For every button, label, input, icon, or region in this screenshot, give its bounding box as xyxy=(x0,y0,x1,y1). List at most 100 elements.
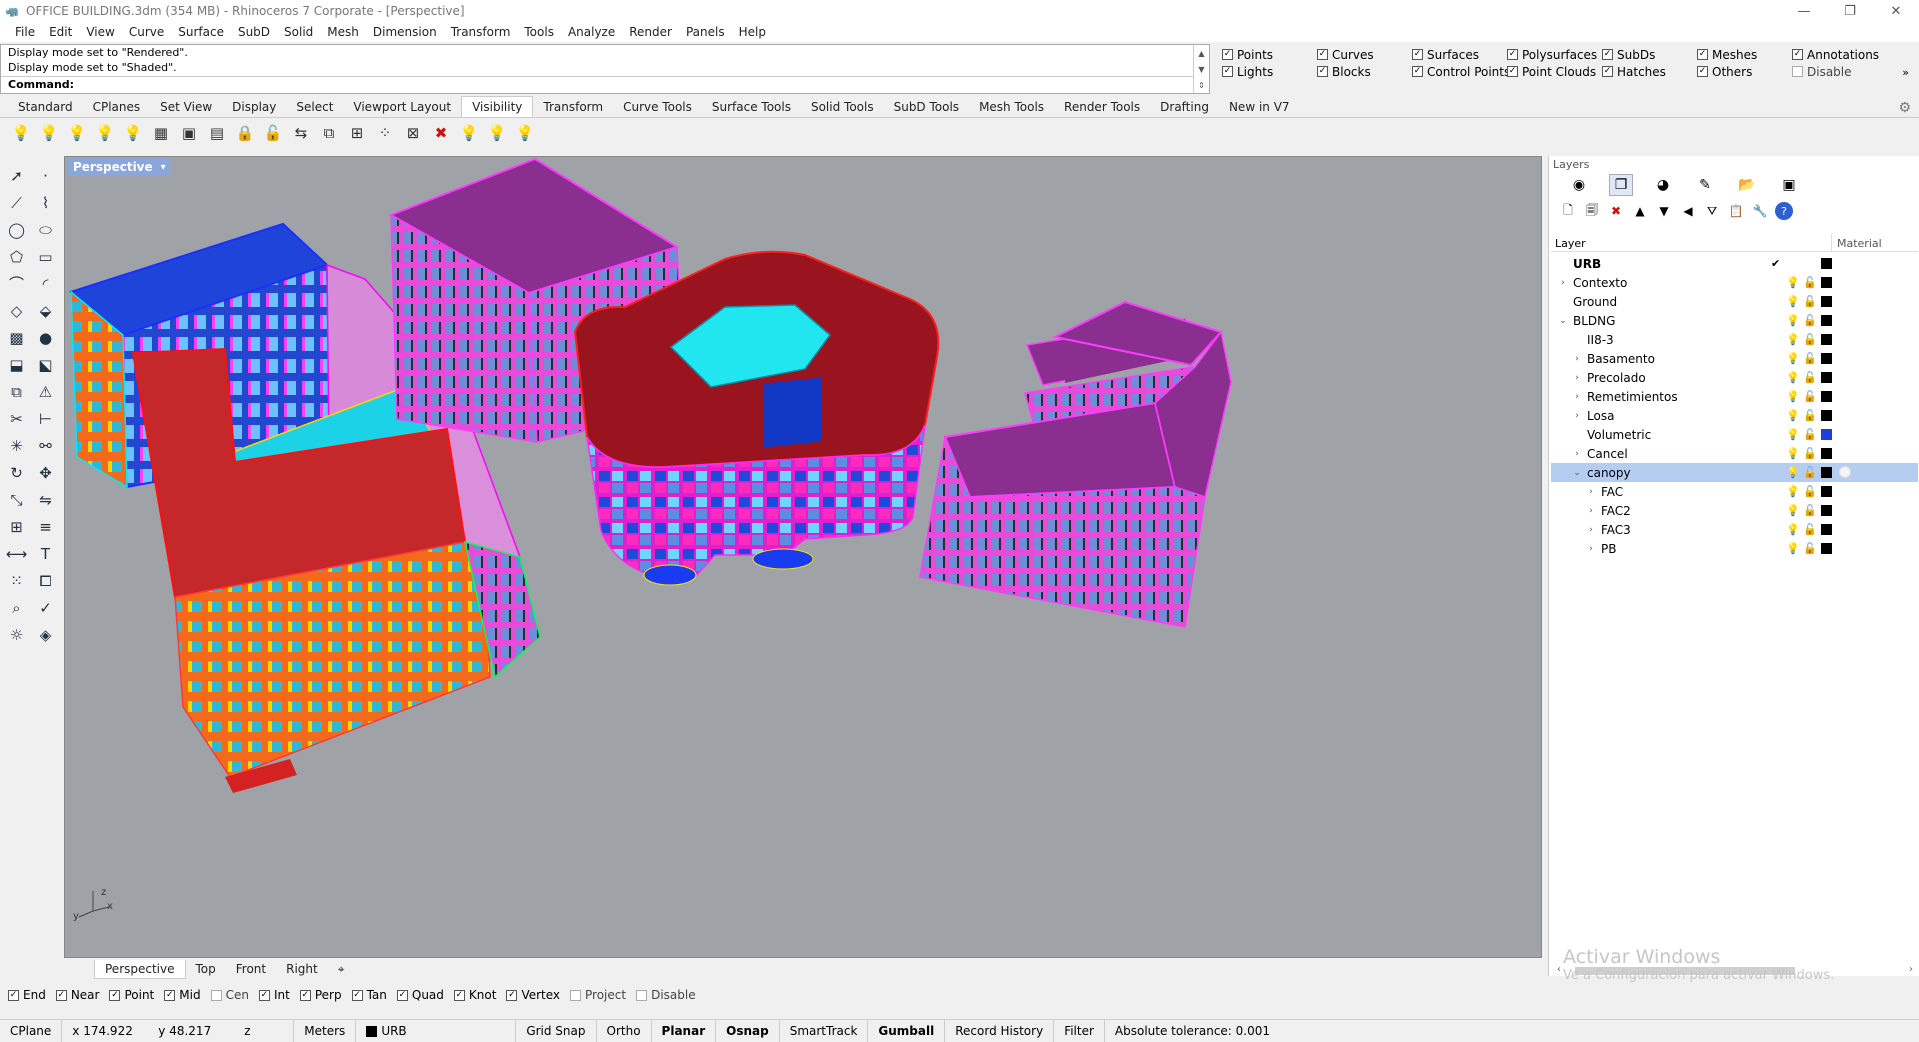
explode-icon[interactable]: ✳ xyxy=(5,434,29,458)
mirror-icon[interactable]: ⇋ xyxy=(34,488,58,512)
osnap-perp[interactable]: ✓ Perp xyxy=(299,986,342,1004)
restore-button[interactable]: ❐ xyxy=(1827,0,1873,22)
layer-color-swatch[interactable] xyxy=(1821,524,1832,535)
command-input[interactable] xyxy=(81,79,1162,91)
toggle-osnap[interactable]: Osnap xyxy=(716,1019,780,1042)
points-off-icon[interactable]: ▣ xyxy=(178,122,200,144)
filter-lights[interactable]: ✓ Lights xyxy=(1222,63,1317,80)
grid-points-icon[interactable]: ⁘ xyxy=(374,122,396,144)
osnap-mid[interactable]: ✓ Mid xyxy=(164,986,201,1004)
tab-cplanes[interactable]: CPlanes xyxy=(83,97,151,117)
menu-help[interactable]: Help xyxy=(732,25,773,39)
tools-icon[interactable]: 🔧 xyxy=(1751,202,1769,220)
checkbox-icon[interactable]: ✓ xyxy=(1317,66,1328,77)
lightbulb-icon[interactable]: 💡 xyxy=(1786,485,1800,498)
display-icon[interactable]: ▣ xyxy=(1777,174,1801,196)
checkbox-icon[interactable] xyxy=(570,989,582,1001)
layer-row[interactable]: II8-3 💡 🔓 xyxy=(1551,330,1918,349)
checkbox-icon[interactable]: ✓ xyxy=(1697,66,1708,77)
osnap-vertex[interactable]: ✓ Vertex xyxy=(506,986,560,1004)
tab-curve-tools[interactable]: Curve Tools xyxy=(613,97,702,117)
menu-transform[interactable]: Transform xyxy=(444,25,518,39)
tab-mesh-tools[interactable]: Mesh Tools xyxy=(969,97,1054,117)
minimize-button[interactable]: — xyxy=(1781,0,1827,22)
sphere-icon[interactable]: ● xyxy=(34,326,58,350)
align-icon[interactable]: ≡ xyxy=(34,515,58,539)
block-icon[interactable]: ⧠ xyxy=(34,569,58,593)
lightbulb-icon[interactable]: 💡 xyxy=(1786,371,1800,384)
points-on-icon[interactable]: ▦ xyxy=(150,122,172,144)
layer-color-swatch[interactable] xyxy=(1821,277,1832,288)
lock-selected-icon[interactable]: ⧉ xyxy=(318,122,340,144)
layer-color-swatch[interactable] xyxy=(1821,334,1832,345)
viewport-tab-right[interactable]: Right xyxy=(276,960,328,978)
lightbulb-icon[interactable]: 💡 xyxy=(1786,352,1800,365)
osnap-end[interactable]: ✓ End xyxy=(8,986,46,1004)
rectangle-icon[interactable]: ▭ xyxy=(34,245,58,269)
lightbulb-icon[interactable]: 💡 xyxy=(10,122,32,144)
menu-mesh[interactable]: Mesh xyxy=(320,25,366,39)
layer-color-swatch[interactable] xyxy=(1821,543,1832,554)
layer-row[interactable]: ⌄ BLDNG 💡 🔓 xyxy=(1551,311,1918,330)
select-arrow-icon[interactable]: ➚ xyxy=(5,164,29,188)
layer-row[interactable]: › FAC2 💡 🔓 xyxy=(1551,501,1918,520)
lightbulb-icon[interactable]: 💡 xyxy=(1786,295,1800,308)
lock-swap-icon[interactable]: ⇆ xyxy=(290,122,312,144)
rotate-icon[interactable]: ↻ xyxy=(5,461,29,485)
lock-icon[interactable]: 🔓 xyxy=(1803,409,1817,422)
delete-layer-icon[interactable]: ✖ xyxy=(1607,202,1625,220)
layer-color-swatch[interactable] xyxy=(1821,410,1832,421)
checkbox-icon[interactable] xyxy=(636,989,648,1001)
hide-in-detail-icon[interactable]: ⊠ xyxy=(402,122,424,144)
libraries-icon[interactable]: 📂 xyxy=(1735,174,1759,196)
lightbulb-select-icon[interactable]: 💡 xyxy=(94,122,116,144)
osnap-tan[interactable]: ✓ Tan xyxy=(351,986,387,1004)
layer-color-swatch[interactable] xyxy=(1821,391,1832,402)
menu-analyze[interactable]: Analyze xyxy=(561,25,622,39)
checkbox-icon[interactable]: ✓ xyxy=(1697,49,1708,60)
new-sublayer-icon[interactable]: 🗐 xyxy=(1583,202,1601,220)
new-layer-icon[interactable]: 🗋 xyxy=(1559,202,1577,220)
menu-tools[interactable]: Tools xyxy=(517,25,561,39)
checkbox-icon[interactable] xyxy=(210,989,222,1001)
checkbox-icon[interactable]: ✓ xyxy=(55,989,67,1001)
layer-row[interactable]: › FAC 💡 🔓 xyxy=(1551,482,1918,501)
move-parent-icon[interactable]: ◀ xyxy=(1679,202,1697,220)
checkbox-icon[interactable]: ✓ xyxy=(1317,49,1328,60)
material-swatch[interactable] xyxy=(1839,466,1851,478)
column-layer[interactable]: Layer xyxy=(1555,237,1586,250)
chevron-right-icon[interactable]: › xyxy=(1571,411,1583,421)
tab-solid-tools[interactable]: Solid Tools xyxy=(801,97,884,117)
layer-row[interactable]: › Basamento 💡 🔓 xyxy=(1551,349,1918,368)
lightbulb-icon[interactable]: 💡 xyxy=(1786,504,1800,517)
checkbox-icon[interactable]: ✓ xyxy=(1412,66,1423,77)
layer-color-swatch[interactable] xyxy=(1821,448,1832,459)
lock-icon[interactable]: 🔓 xyxy=(1803,542,1817,555)
filter-subds[interactable]: ✓ SubDs xyxy=(1602,46,1697,63)
toggle-planar[interactable]: Planar xyxy=(652,1019,717,1042)
lightbulb-icon[interactable]: 💡 xyxy=(1786,333,1800,346)
lightbulb-icon[interactable]: 💡 xyxy=(1786,447,1800,460)
loft-icon[interactable]: ⬙ xyxy=(34,299,58,323)
lightbulb-icon[interactable]: 💡 xyxy=(1786,466,1800,479)
scroll-right-icon[interactable]: › xyxy=(1909,964,1913,975)
scroll-down-icon[interactable]: ▼ xyxy=(1198,65,1204,74)
checkbox-icon[interactable]: ✓ xyxy=(164,989,176,1001)
filter-points[interactable]: ✓ Points xyxy=(1222,46,1317,63)
lock-icon[interactable]: 🔓 xyxy=(1803,352,1817,365)
layer-row[interactable]: Ground 💡 🔓 xyxy=(1551,292,1918,311)
toggle-filter[interactable]: Filter xyxy=(1054,1019,1105,1042)
chevron-right-icon[interactable]: » xyxy=(1902,66,1909,79)
add-viewport-icon[interactable]: ⌖ xyxy=(328,960,355,979)
checkbox-icon[interactable]: ✓ xyxy=(453,989,465,1001)
checkbox-icon[interactable]: ✓ xyxy=(1222,66,1233,77)
tab-viewport-layout[interactable]: Viewport Layout xyxy=(343,97,461,117)
checkbox-icon[interactable]: ✓ xyxy=(396,989,408,1001)
lightbulb-icon[interactable]: 💡 xyxy=(1786,523,1800,536)
analyze-icon[interactable]: ⌕ xyxy=(5,596,29,620)
lightbulb-dim-icon[interactable]: 💡 xyxy=(66,122,88,144)
osnap-quad[interactable]: ✓ Quad xyxy=(396,986,444,1004)
gear-icon[interactable]: ⚙ xyxy=(1898,100,1911,116)
chevron-right-icon[interactable]: › xyxy=(1571,373,1583,383)
checkbox-icon[interactable]: ✓ xyxy=(1412,49,1423,60)
